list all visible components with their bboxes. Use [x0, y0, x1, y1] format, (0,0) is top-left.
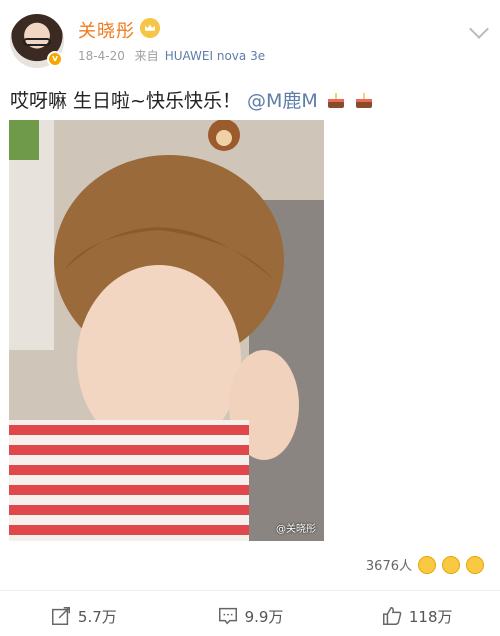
- comment-count: 9.9万: [244, 607, 284, 626]
- post-text: 哎呀嘛 生日啦~快乐快乐！ @M鹿M: [10, 86, 374, 113]
- divider: [0, 590, 500, 591]
- photo-watermark: @关晓彤: [276, 524, 316, 535]
- comment-button[interactable]: 9.9万: [167, 596, 334, 636]
- comment-icon: [218, 607, 237, 625]
- likes-count: 3676人: [365, 559, 412, 574]
- mention-link[interactable]: @M鹿M: [247, 90, 318, 112]
- post-header: v 关晓彤 18-4-20 来自 HUAWEI nova 3e: [0, 0, 500, 72]
- post-date: 18-4-20: [78, 49, 125, 63]
- chevron-down-icon[interactable]: [469, 19, 489, 39]
- emoji-icon: [442, 555, 460, 574]
- action-bar: 5.7万 9.9万 118万: [0, 596, 500, 636]
- repost-button[interactable]: 5.7万: [0, 596, 167, 636]
- post-body: 哎呀嘛 生日啦~快乐快乐！: [10, 90, 241, 112]
- crown-icon: [140, 18, 160, 38]
- source-device[interactable]: HUAWEI nova 3e: [165, 49, 265, 63]
- like-button[interactable]: 118万: [333, 596, 500, 636]
- username[interactable]: 关晓彤: [78, 17, 135, 43]
- photo-illustration: [9, 120, 324, 541]
- emoji-icon: [466, 555, 484, 574]
- avatar-glasses: [23, 38, 51, 46]
- cake-icon: [327, 93, 344, 108]
- emoji-icon: [418, 555, 436, 574]
- repost-icon: [51, 607, 70, 625]
- cake-icon: [355, 93, 372, 108]
- likes-row[interactable]: 3676人: [366, 555, 484, 574]
- vip-badge-icon: v: [47, 51, 63, 67]
- post-meta: 18-4-20 来自 HUAWEI nova 3e: [78, 47, 271, 64]
- post-photo[interactable]: @关晓彤: [9, 120, 324, 541]
- source-prefix: 来自: [134, 49, 159, 63]
- like-count: 118万: [408, 607, 453, 626]
- like-icon: [382, 607, 402, 625]
- repost-count: 5.7万: [77, 607, 117, 626]
